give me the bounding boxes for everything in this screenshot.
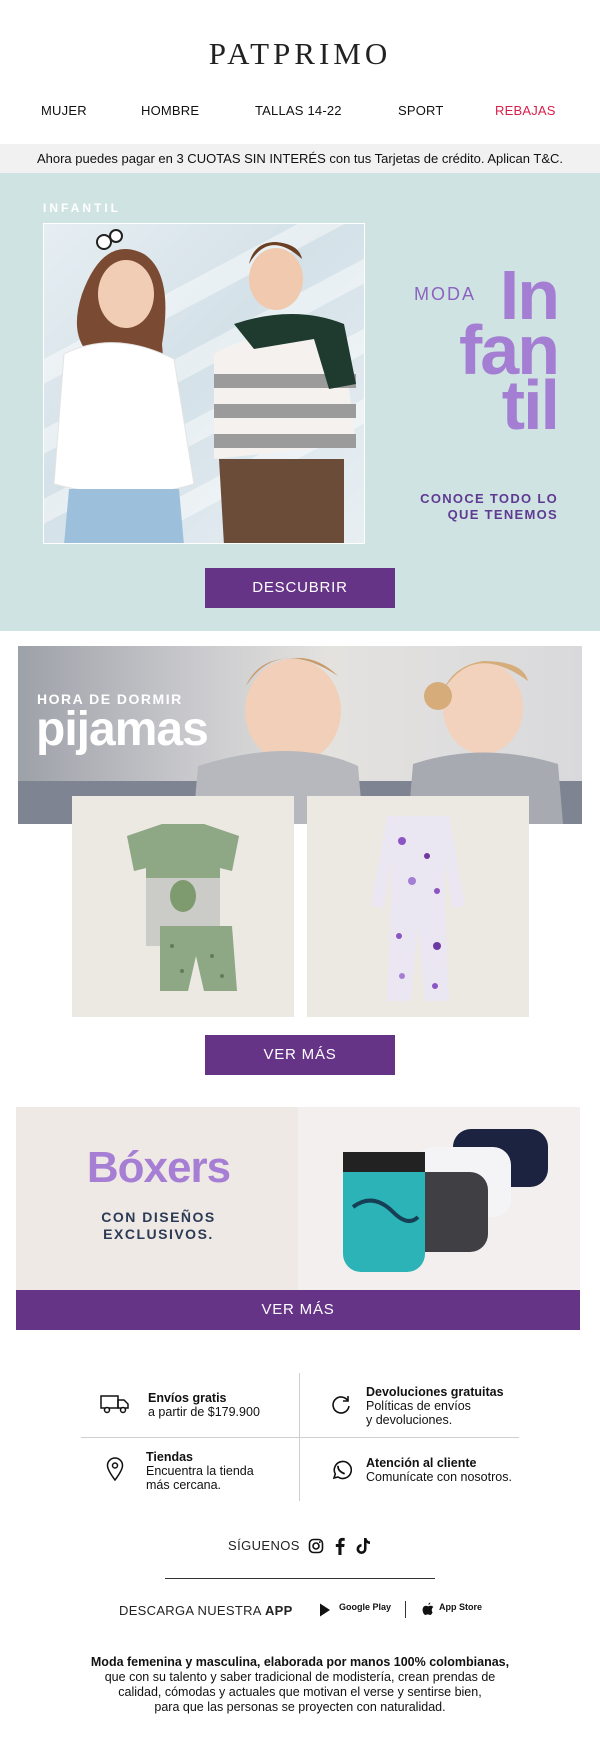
truck-icon	[100, 1395, 129, 1414]
nav-item-rebajas[interactable]: REBAJAS	[495, 103, 556, 118]
google-play-icon[interactable]	[319, 1603, 331, 1617]
pijamas-ver-mas-button[interactable]: VER MÁS	[205, 1035, 395, 1075]
instagram-icon[interactable]	[308, 1538, 324, 1554]
siguenos-label: SÍGUENOS	[228, 1538, 300, 1553]
boxers-subtitle: CON DISEÑOS EXCLUSIVOS.	[101, 1209, 216, 1242]
promo-bar[interactable]: Ahora puedes pagar en 3 CUOTAS SIN INTER…	[0, 144, 600, 173]
store-divider	[405, 1601, 406, 1618]
main-nav: MUJER HOMBRE TALLAS 14-22 SPORT REBAJAS	[0, 103, 600, 123]
descubrir-button[interactable]: DESCUBRIR	[205, 568, 395, 608]
location-pin-icon	[106, 1457, 124, 1481]
nav-item-mujer[interactable]: MUJER	[41, 103, 87, 118]
boxers-ver-mas-button[interactable]: VER MÁS	[16, 1290, 580, 1330]
hero-moda-label: MODA	[414, 284, 476, 304]
devoluciones-text-2: y devoluciones.	[366, 1413, 453, 1427]
nav-item-sport[interactable]: SPORT	[398, 103, 444, 118]
boxers-title: Bóxers	[86, 1143, 231, 1192]
product-card-pijama-estampado[interactable]	[307, 796, 529, 1017]
devoluciones-text-1: Políticas de envíos	[366, 1399, 471, 1413]
app-store-link[interactable]: App Store	[439, 1602, 482, 1612]
hero-subtitle: CONOCE TODO LO QUE TENEMOS	[420, 491, 558, 522]
footer-text: Moda femenina y masculina, elaborada por…	[90, 1655, 510, 1714]
hero-tag: INFANTIL	[43, 201, 121, 215]
nav-item-hombre[interactable]: HOMBRE	[141, 103, 199, 118]
tiendas-text-1: Encuentra la tienda	[146, 1464, 254, 1478]
refresh-icon	[332, 1396, 350, 1414]
devoluciones-title: Devoluciones gratuitas	[366, 1385, 504, 1399]
envios-text: a partir de $179.900	[148, 1405, 260, 1419]
boxers-banner[interactable]: Bóxers CON DISEÑOS EXCLUSIVOS.	[16, 1107, 580, 1290]
google-play-link[interactable]: Google Play	[339, 1602, 391, 1612]
hero-infantil: INFANTIL MODA In fan til CONOCE TODO LO …	[0, 173, 600, 631]
boxers-photo	[298, 1107, 580, 1290]
download-app-label: DESCARGA NUESTRA APP	[119, 1603, 293, 1618]
tiendas-title: Tiendas	[146, 1450, 194, 1464]
tiktok-icon[interactable]	[355, 1537, 371, 1555]
services-divider-horizontal	[81, 1437, 519, 1438]
facebook-icon[interactable]	[334, 1537, 346, 1555]
tiendas-text-2: más cercana.	[146, 1478, 222, 1492]
hero-title-line-3: til	[501, 366, 560, 444]
nav-item-tallas[interactable]: TALLAS 14-22	[255, 103, 342, 118]
product-card-pijama-dino[interactable]	[72, 796, 294, 1017]
atencion-text: Comunícate con nosotros.	[366, 1470, 512, 1484]
envios-title: Envíos gratis	[148, 1391, 227, 1405]
hero-kids-photo[interactable]	[43, 223, 365, 544]
whatsapp-icon	[332, 1460, 352, 1480]
apple-icon[interactable]	[422, 1602, 434, 1616]
brand-logo[interactable]: PATPRIMO	[0, 36, 600, 72]
section-separator	[165, 1578, 435, 1579]
pijamas-title: pijamas	[36, 703, 209, 756]
atencion-title: Atención al cliente	[366, 1456, 477, 1470]
